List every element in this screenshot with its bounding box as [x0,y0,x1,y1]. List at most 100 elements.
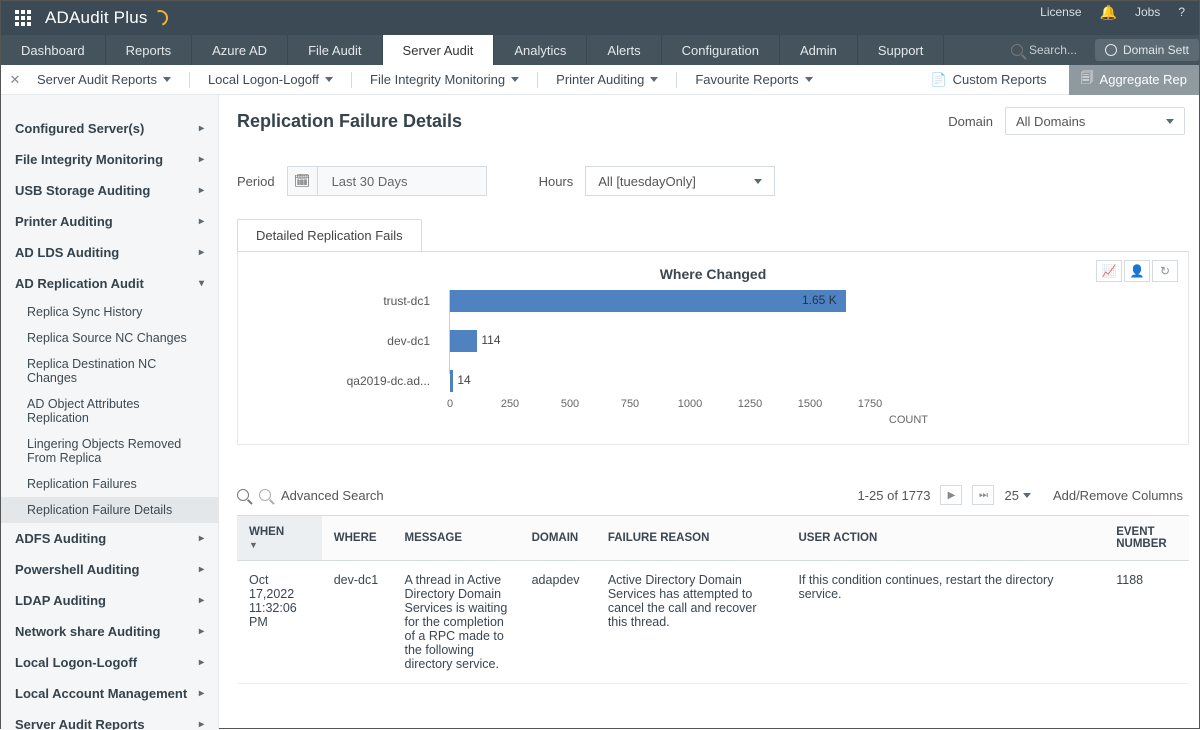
bar-dev-dc1: dev-dc1114 [450,330,1070,352]
chevron-down-icon [650,77,658,82]
chevron-right-icon: ▸ [199,564,204,575]
chart-refresh-icon[interactable]: ↻ [1152,260,1178,282]
nav-server-audit[interactable]: Server Audit [383,35,495,65]
notifications-icon[interactable]: 🔔 [1100,4,1117,21]
cell-user_action: If this condition continues, restart the… [786,561,1104,684]
nav-azure-ad[interactable]: Azure AD [192,35,288,65]
period-label: Period [237,174,275,189]
aggregate-reports-button[interactable]: 🗐 Aggregate Rep [1069,65,1199,95]
col-domain[interactable]: DOMAIN [520,516,596,561]
hours-select[interactable]: All [tuesdayOnly] [585,166,775,196]
chevron-down-icon [163,77,171,82]
search-icon[interactable] [237,489,249,501]
global-search[interactable]: Search... [1011,43,1077,57]
sidebar-group-ldap-auditing[interactable]: LDAP Auditing▸ [1,585,218,616]
nav-analytics[interactable]: Analytics [494,35,587,65]
sidebar-group-powershell-auditing[interactable]: Powershell Auditing▸ [1,554,218,585]
table-toolbar: Advanced Search 1-25 of 1773 ▶ ⏭ 25 Add/… [237,485,1189,505]
nav-dashboard[interactable]: Dashboard [1,35,106,65]
page-next-icon[interactable]: ▶ [940,485,962,505]
table-row[interactable]: Oct 17,2022 11:32:06 PMdev-dc1A thread i… [237,561,1189,684]
axis-tick: 0 [447,398,453,410]
nav-alerts[interactable]: Alerts [587,35,661,65]
hours-label: Hours [539,174,574,189]
search-clear-icon[interactable] [259,489,271,501]
bar-category-label: trust-dc1 [250,294,440,308]
sidebar-group-usb-storage-auditing[interactable]: USB Storage Auditing▸ [1,175,218,206]
sidebar-group-local-account-management[interactable]: Local Account Management▸ [1,678,218,709]
tab-strip: Detailed Replication Fails [237,218,1189,252]
domain-select[interactable]: All Domains [1005,107,1185,135]
chevron-right-icon: ▸ [199,688,204,699]
sidebar-item-replica-sync-history[interactable]: Replica Sync History [1,299,218,325]
table-range: 1-25 of 1773 [857,488,930,503]
col-user-action[interactable]: USER ACTION [786,516,1104,561]
bar-value-label: 14 [457,373,470,387]
tab-detailed-fails[interactable]: Detailed Replication Fails [237,219,422,251]
sidebar-group-file-integrity-monitoring[interactable]: File Integrity Monitoring▸ [1,144,218,175]
calendar-icon[interactable]: 🗓 [287,166,317,196]
sidebar-group-printer-auditing[interactable]: Printer Auditing▸ [1,206,218,237]
domain-settings-button[interactable]: Domain Sett [1095,39,1199,61]
period-value[interactable]: Last 30 Days [317,166,487,196]
custom-reports-button[interactable]: 📄 Custom Reports [918,65,1058,95]
col-event-number[interactable]: EVENT NUMBER [1104,516,1189,561]
nav-file-audit[interactable]: File Audit [288,35,382,65]
brand-bar: ADAudit Plus License 🔔 Jobs ? [1,1,1199,35]
col-when[interactable]: WHEN▼ [237,516,322,561]
advanced-search-link[interactable]: Advanced Search [281,488,384,503]
help-link[interactable]: ? [1178,5,1185,19]
chart-axis: COUNT 02505007501000125015001750 [450,396,870,420]
chevron-right-icon: ▸ [199,216,204,227]
secnav-favourite-reports[interactable]: Favourite Reports [681,72,826,87]
secnav-file-integrity-monitoring[interactable]: File Integrity Monitoring [356,72,533,87]
sidebar-group-local-logon-logoff[interactable]: Local Logon-Logoff▸ [1,647,218,678]
sidebar-group-configured-server-s-[interactable]: Configured Server(s)▸ [1,113,218,144]
bar-value-label: 114 [481,333,500,347]
sidebar-item-replica-source-nc-changes[interactable]: Replica Source NC Changes [1,325,218,351]
table-header-row: WHEN▼WHEREMESSAGEDOMAINFAILURE REASONUSE… [237,516,1189,561]
app-launcher-icon[interactable] [15,10,31,26]
sidebar-group-ad-lds-auditing[interactable]: AD LDS Auditing▸ [1,237,218,268]
col-failure-reason[interactable]: FAILURE REASON [596,516,787,561]
license-link[interactable]: License [1040,5,1081,19]
secnav-server-audit-reports[interactable]: Server Audit Reports [23,72,185,87]
sidebar-item-lingering-objects-removed-from-replica[interactable]: Lingering Objects Removed From Replica [1,431,218,471]
bar-category-label: qa2019-dc.ad... [250,374,440,388]
sidebar-group-server-audit-reports[interactable]: Server Audit Reports▸ [1,709,218,730]
add-remove-columns-link[interactable]: Add/Remove Columns [1053,488,1183,503]
chevron-right-icon: ▸ [199,533,204,544]
col-where[interactable]: WHERE [322,516,393,561]
cell-when: Oct 17,2022 11:32:06 PM [237,561,322,684]
secondary-nav: ✕ Server Audit Reports Local Logon-Logoff… [1,65,1199,95]
chart-user-icon[interactable]: 👤 [1124,260,1150,282]
col-message[interactable]: MESSAGE [393,516,520,561]
report-icon: 📄 [930,72,946,88]
secnav-printer-auditing[interactable]: Printer Auditing [542,72,672,87]
chart-add-icon[interactable]: 📈 [1096,260,1122,282]
gear-icon [1105,44,1117,56]
sidebar-item-replication-failures[interactable]: Replication Failures [1,471,218,497]
chevron-right-icon: ▸ [199,657,204,668]
nav-admin[interactable]: Admin [780,35,858,65]
sidebar-item-replication-failure-details[interactable]: Replication Failure Details [1,497,218,523]
sidebar-group-network-share-auditing[interactable]: Network share Auditing▸ [1,616,218,647]
page-size-select[interactable]: 25 [1004,488,1030,503]
sidebar-item-ad-object-attributes-replication[interactable]: AD Object Attributes Replication [1,391,218,431]
nav-reports[interactable]: Reports [106,35,193,65]
nav-support[interactable]: Support [858,35,945,65]
cell-event_number: 1188 [1104,561,1189,684]
page-last-icon[interactable]: ⏭ [972,485,994,505]
axis-tick: 250 [501,398,519,410]
pin-icon[interactable]: ✕ [7,72,23,88]
sidebar-group-adfs-auditing[interactable]: ADFS Auditing▸ [1,523,218,554]
chevron-down-icon: ▾ [199,278,204,289]
page-size-value: 25 [1004,488,1018,503]
nav-configuration[interactable]: Configuration [662,35,780,65]
chevron-right-icon: ▸ [199,719,204,730]
sidebar-group-ad-replication-audit[interactable]: AD Replication Audit▾ [1,268,218,299]
secnav-local-logon-logoff[interactable]: Local Logon-Logoff [194,72,347,87]
sidebar-item-replica-destination-nc-changes[interactable]: Replica Destination NC Changes [1,351,218,391]
chart-title: Where Changed [250,266,1176,282]
jobs-link[interactable]: Jobs [1135,5,1160,19]
